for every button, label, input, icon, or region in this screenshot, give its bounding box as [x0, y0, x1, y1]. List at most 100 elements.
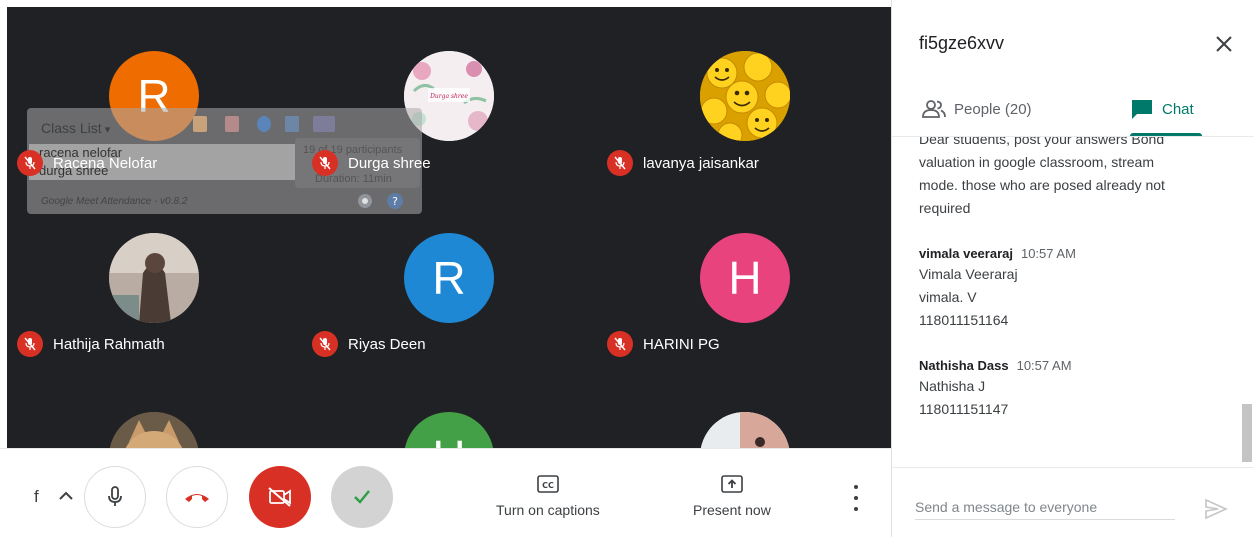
avatar: H [700, 233, 790, 323]
document-icon[interactable] [193, 116, 207, 132]
participant-name-row: Hathija Rahmath [17, 331, 165, 357]
chat-message: Dear students, post your answers Bond va… [919, 137, 1219, 220]
message-text: 118011151164 [919, 312, 1009, 328]
extension-version: Google Meet Attendance - v0.8.2 [41, 196, 188, 207]
chat-scrollbar[interactable] [1242, 404, 1252, 462]
send-icon[interactable] [1204, 498, 1228, 520]
chat-message: vimala veeraraj 10:57 AM Vimala Veeraraj… [919, 246, 1219, 332]
participant-name-row: Durga shree [312, 150, 431, 176]
participant-name: lavanya jaisankar [643, 154, 759, 172]
save-icon[interactable] [285, 116, 299, 132]
html-export-icon[interactable] [313, 116, 335, 132]
more-options-icon[interactable] [847, 485, 865, 511]
present-now-label: Present now [693, 502, 771, 518]
participant-name-row: lavanya jaisankar [607, 150, 759, 176]
camera-button[interactable] [249, 466, 311, 528]
divider [892, 467, 1254, 468]
participant-name-row: Riyas Deen [312, 331, 426, 357]
meeting-code: fi5gze6xvv [919, 33, 1005, 53]
tab-people[interactable]: People (20) [922, 94, 1032, 124]
closed-captions-icon: CC [537, 475, 559, 493]
mic-off-icon [607, 150, 633, 176]
avatar: R [404, 233, 494, 323]
leave-call-button[interactable] [166, 466, 228, 528]
svg-text:CC: CC [542, 481, 554, 490]
tab-chat[interactable]: Chat [1130, 94, 1194, 124]
mic-off-icon [312, 331, 338, 357]
message-sender: Nathisha Dass [919, 358, 1009, 373]
message-time: 10:57 AM [1016, 358, 1072, 373]
mic-off-icon [312, 150, 338, 176]
participant-grid: R Durga shree R H Class List ▾ racena ne… [7, 7, 891, 448]
avatar-photo [109, 233, 199, 323]
participant-name-row: Racena Nelofar [17, 150, 157, 176]
avatar-photo [700, 51, 790, 141]
message-header: vimala veeraraj 10:57 AM [919, 246, 1219, 261]
meeting-details-letter[interactable]: f [34, 487, 39, 507]
globe-icon[interactable] [257, 116, 271, 132]
message-text: 118011151147 [919, 401, 1009, 417]
message-text: Nathisha J [919, 378, 986, 394]
message-text: vimala. V [919, 289, 977, 305]
participant-name-row: HARINI PG [607, 331, 720, 357]
microphone-icon [108, 486, 122, 506]
smiley-photo-icon [700, 51, 790, 141]
participant-tile[interactable] [595, 367, 889, 448]
hang-up-icon [185, 494, 209, 502]
chat-message-input[interactable] [915, 497, 1175, 520]
message-sender: vimala veeraraj [919, 246, 1013, 261]
captions-button[interactable]: CC Turn on captions [496, 474, 600, 518]
meet-window: R Durga shree R H Class List ▾ racena ne… [0, 0, 1254, 537]
chat-list: Dear students, post your answers Bond va… [919, 137, 1219, 421]
tab-chat-label: Chat [1162, 100, 1194, 118]
participant-name: Durga shree [348, 154, 431, 172]
person-photo-icon [109, 233, 199, 323]
chat-message: Nathisha Dass 10:57 AM Nathisha J 118011… [919, 358, 1219, 421]
message-text: required [919, 200, 971, 216]
checkmark-icon [354, 490, 370, 504]
mic-off-icon [17, 331, 43, 357]
present-now-button[interactable]: Present now [693, 474, 771, 518]
present-screen-icon [721, 475, 743, 493]
mic-off-icon [17, 150, 43, 176]
kitten-photo-icon [109, 412, 199, 448]
meeting-controls: f CC Turn on captions Present now [0, 448, 891, 537]
eraser-icon[interactable] [225, 116, 239, 132]
participant-tile[interactable]: H [301, 367, 595, 448]
svg-text:Durga shree: Durga shree [429, 93, 468, 100]
avatar-letter: H [432, 430, 465, 448]
avatar-photo [109, 412, 199, 448]
participant-name: Racena Nelofar [53, 154, 158, 172]
message-text: mode. those who are posed already not [919, 177, 1165, 193]
participant-name: HARINI PG [643, 335, 720, 353]
avatar-photo [700, 412, 790, 448]
participant-tile[interactable] [7, 367, 301, 448]
chevron-up-icon[interactable] [56, 486, 76, 506]
people-icon [922, 100, 946, 118]
tab-people-label: People (20) [954, 100, 1032, 118]
avatar-letter: R [432, 252, 466, 304]
message-text: Vimala Veeraraj [919, 266, 1018, 282]
mic-off-icon [607, 331, 633, 357]
chat-messages[interactable]: Dear students, post your answers Bond va… [892, 137, 1254, 467]
avatar: H [404, 412, 494, 448]
help-icon[interactable]: ? [353, 191, 413, 211]
attendance-check-button[interactable] [331, 466, 393, 528]
class-list-dropdown[interactable]: Class List ▾ [41, 120, 110, 136]
message-header: Nathisha Dass 10:57 AM [919, 358, 1219, 373]
message-text: valuation in google classroom, stream [919, 154, 1155, 170]
avatar-letter: H [728, 252, 762, 304]
side-panel: fi5gze6xvv People (20) Chat Dear student… [891, 0, 1254, 537]
chat-icon [1132, 100, 1152, 119]
captions-label: Turn on captions [496, 502, 600, 518]
close-icon[interactable] [1212, 32, 1236, 56]
video-off-icon [268, 487, 291, 507]
svg-text:?: ? [392, 195, 398, 208]
microphone-button[interactable] [84, 466, 146, 528]
left-edge [0, 0, 7, 450]
message-text: Dear students, post your answers Bond [919, 137, 1165, 147]
participant-name: Riyas Deen [348, 335, 426, 353]
class-list-label: Class List [41, 120, 102, 136]
face-photo-icon [700, 412, 790, 448]
message-time: 10:57 AM [1020, 246, 1076, 261]
